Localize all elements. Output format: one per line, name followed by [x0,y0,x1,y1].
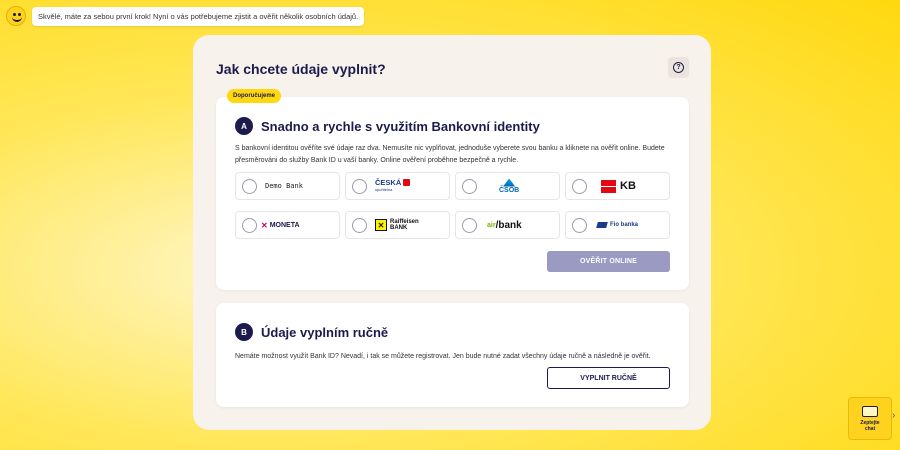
logo-subtext: BANK [390,225,408,231]
logo-text: ČSOB [499,186,520,194]
fill-manually-button[interactable]: VYPLNIT RUČNĚ [547,367,670,389]
bank-option-raiffeisen[interactable]: ✕ Raiffeisen BANK [345,211,450,239]
bank-option-moneta[interactable]: ✕ MONETA [235,211,340,239]
logo-text: Fio banka [610,222,639,228]
bank-option-demo[interactable]: Demo Bank [235,172,340,200]
airbank-logo: air / bank [487,219,522,231]
kb-logo: KB [601,179,636,193]
bank-option-ceska-sporitelna[interactable]: ČESKÁ spořitelna [345,172,450,200]
option-b-title: Údaje vyplním ručně [261,325,389,340]
radio-button[interactable] [572,217,587,233]
raiffeisen-mark-icon: ✕ [375,219,387,231]
fio-logo: Fio banka [596,222,639,228]
raiffeisen-logo: ✕ Raiffeisen BANK [375,219,419,231]
demo-bank-logo: Demo Bank [265,182,303,190]
logo-subtext: spořitelna [375,187,393,192]
option-letter-b: B [235,323,253,341]
logo-text: KB [620,180,636,192]
csob-logo: ČSOB [499,178,520,194]
option-letter-a: A [235,117,253,135]
logo-text: ČESKÁ [375,178,402,187]
logo-text-air: air [487,221,496,229]
question-circle-icon: ? [673,62,684,73]
notice-text: Skvělé, máte za sebou první krok! Nyní o… [32,6,365,26]
chat-icon [862,405,878,417]
radio-button[interactable] [242,217,257,233]
moneta-logo: ✕ MONETA [261,221,300,230]
ceska-sporitelna-logo: ČESKÁ spořitelna [375,178,411,193]
option-manual: B Údaje vyplním ručně Nemáte možnost vyu… [216,303,689,407]
radio-button[interactable] [242,178,257,194]
bank-option-csob[interactable]: ČSOB [455,172,560,200]
bank-list: Demo Bank ČESKÁ spořitelna ČSOB KB ✕ MON… [235,172,670,239]
fio-mark-icon [596,222,608,228]
assistant-notice: Skvělé, máte za sebou první krok! Nyní o… [6,6,365,26]
option-a-title: Snadno a rychle s využitím Bankovní iden… [261,119,540,134]
option-bank-identity: Doporučujeme A Snadno a rychle s využití… [216,89,689,290]
radio-button[interactable] [352,178,367,194]
page-title: Jak chcete údaje vyplnit? [216,61,386,77]
ceska-mark-icon [403,179,411,186]
bank-option-fio[interactable]: Fio banka [565,211,670,239]
kb-mark-icon [601,179,616,193]
radio-button[interactable] [572,178,587,194]
radio-button[interactable] [352,217,367,233]
csob-mark-icon [503,178,516,187]
logo-text: MONETA [269,221,300,229]
option-b-description: Nemáte možnost využít Bank ID? Nevadí, i… [235,353,651,360]
verify-online-button[interactable]: OVĚŘIT ONLINE [547,251,670,272]
chevron-right-icon[interactable]: › [892,410,895,421]
bank-option-airbank[interactable]: air / bank [455,211,560,239]
moneta-mark-icon: ✕ [261,220,268,230]
option-a-description: S bankovní identitou ověříte své údaje r… [235,145,665,164]
chat-button[interactable]: Zeptejte chat [848,397,892,440]
logo-text-bank: bank [498,219,522,231]
radio-button[interactable] [462,217,477,233]
help-button[interactable]: ? [668,57,689,78]
smiley-mascot-icon [6,6,26,26]
radio-button[interactable] [462,178,477,194]
recommended-badge: Doporučujeme [227,89,282,103]
bank-option-kb[interactable]: KB [565,172,670,200]
method-card: Jak chcete údaje vyplnit? ? Doporučujeme… [193,35,711,430]
chat-label: Zeptejte chat [860,419,880,432]
